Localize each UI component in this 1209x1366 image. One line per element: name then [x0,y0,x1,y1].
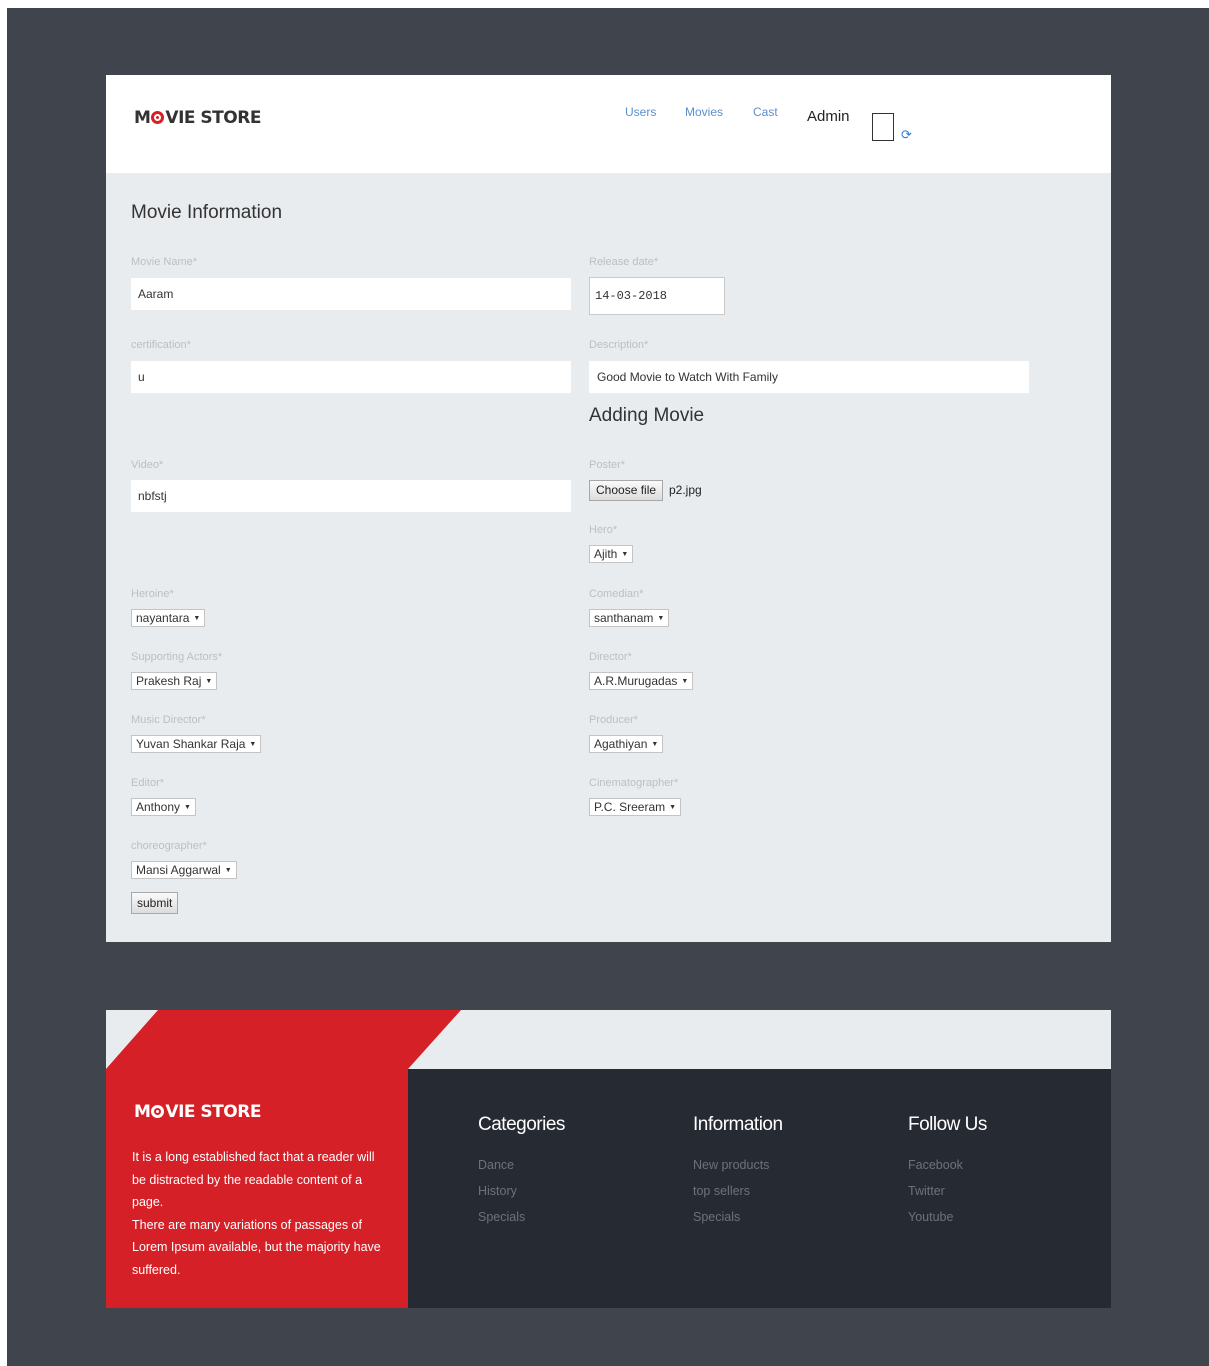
music-director-label: Music Director* [131,714,206,726]
comedian-select-value: santhanam [594,611,654,625]
supporting-actors-select[interactable]: Prakesh Raj ▼ [131,672,218,690]
poster-file-name: p2.jpg [669,483,702,497]
editor-select[interactable]: Anthony ▼ [131,798,196,816]
footer-link-history[interactable]: History [478,1184,517,1198]
film-reel-icon [151,111,165,124]
caret-down-icon: ▼ [224,867,232,874]
hero-select[interactable]: Ajith ▼ [589,545,634,563]
footer-about-text: It is a long established fact that a rea… [132,1146,387,1281]
video-label: Video* [131,459,164,471]
nav-users[interactable]: Users [625,105,656,119]
footer-link-youtube[interactable]: Youtube [908,1210,953,1224]
editor-label: Editor* [131,777,165,789]
producer-select[interactable]: Agathiyan ▼ [589,735,664,753]
release-date-input[interactable]: 14-03-2018 [589,277,725,315]
hero-select-value: Ajith [594,547,618,561]
footer-link-dance[interactable]: Dance [478,1158,514,1172]
footer-information-title: Information [693,1114,783,1135]
certification-input[interactable] [131,361,571,393]
movie-name-input[interactable] [131,278,571,310]
comedian-select[interactable]: santhanam ▼ [589,609,670,627]
cinematographer-select[interactable]: P.C. Sreeram ▼ [589,798,682,816]
footer-categories-title: Categories [478,1114,565,1135]
page-title: Movie Information [131,202,283,223]
footer-about-p1: It is a long established fact that a rea… [132,1150,375,1209]
brand-logo-rest: VIE STORE [165,108,261,128]
heroine-select[interactable]: nayantara ▼ [131,609,206,627]
brand-logo-m: M [134,108,151,128]
admin-user-label[interactable]: Admin [807,108,850,125]
footer-logo-rest: VIE STORE [165,1102,261,1122]
producer-select-value: Agathiyan [594,737,648,751]
submit-button[interactable]: submit [131,892,179,914]
cinematographer-select-value: P.C. Sreeram [594,800,666,814]
footer-follow-title: Follow Us [908,1114,987,1135]
video-input[interactable] [131,480,571,512]
heroine-select-value: nayantara [136,611,190,625]
footer-link-specials[interactable]: Specials [478,1210,525,1224]
movie-name-label: Movie Name* [131,256,198,268]
adding-movie-heading: Adding Movie [589,405,705,426]
music-director-select-value: Yuvan Shankar Raja [136,737,246,751]
description-input[interactable] [589,361,1029,393]
footer-logo-m: M [134,1102,151,1122]
choose-file-button[interactable]: Choose file [589,480,664,501]
film-reel-icon [151,1105,165,1118]
editor-select-value: Anthony [136,800,181,814]
cart-box-icon[interactable] [872,113,894,141]
caret-down-icon: ▼ [651,741,659,748]
certification-label: certification* [131,339,191,351]
caret-down-icon: ▼ [184,804,191,811]
caret-down-icon: ▼ [621,551,629,558]
supporting-actors-label: Supporting Actors* [131,651,223,663]
choreographer-select-value: Mansi Aggarwal [136,863,221,877]
footer-link-new-products[interactable]: New products [693,1158,769,1172]
caret-down-icon: ▼ [249,741,257,748]
footer-about-p2: There are many variations of passages of… [132,1217,381,1277]
nav-movies[interactable]: Movies [685,105,723,119]
footer-brand-logo[interactable]: M VIE STORE [134,1102,261,1122]
nav-cast[interactable]: Cast [753,105,778,119]
director-select-value: A.R.Murugadas [594,674,678,688]
footer-link-info-specials[interactable]: Specials [693,1210,740,1224]
hero-label: Hero* [589,524,618,536]
description-label: Description* [589,339,649,351]
poster-label: Poster* [589,459,626,471]
heroine-label: Heroine* [131,588,174,600]
music-director-select[interactable]: Yuvan Shankar Raja ▼ [131,735,262,753]
brand-logo[interactable]: M VIE STORE [134,108,261,128]
main-card: M VIE STORE Users Movies Cast Admin ⟳ Mov… [106,75,1111,942]
top-header: M VIE STORE Users Movies Cast Admin ⟳ [106,75,1111,173]
caret-down-icon: ▼ [193,615,201,622]
comedian-label: Comedian* [589,588,644,600]
caret-down-icon: ▼ [669,804,677,811]
site-footer: M VIE STORE It is a long established fact… [106,1010,1111,1308]
footer-link-twitter[interactable]: Twitter [908,1184,945,1198]
director-select[interactable]: A.R.Murugadas ▼ [589,672,694,690]
cinematographer-label: Cinematographer* [589,777,679,789]
caret-down-icon: ▼ [657,615,665,622]
release-date-label: Release date* [589,256,659,268]
release-date-value: 14-03-2018 [595,289,668,303]
supporting-actors-select-value: Prakesh Raj [136,674,202,688]
choreographer-label: choreographer* [131,840,207,852]
logout-icon[interactable]: ⟳ [901,127,912,143]
choreographer-select[interactable]: Mansi Aggarwal ▼ [131,861,237,879]
footer-link-top-sellers[interactable]: top sellers [693,1184,750,1198]
footer-link-facebook[interactable]: Facebook [908,1158,963,1172]
caret-down-icon: ▼ [205,678,213,685]
caret-down-icon: ▼ [681,678,689,685]
producer-label: Producer* [589,714,638,726]
director-label: Director* [589,651,632,663]
